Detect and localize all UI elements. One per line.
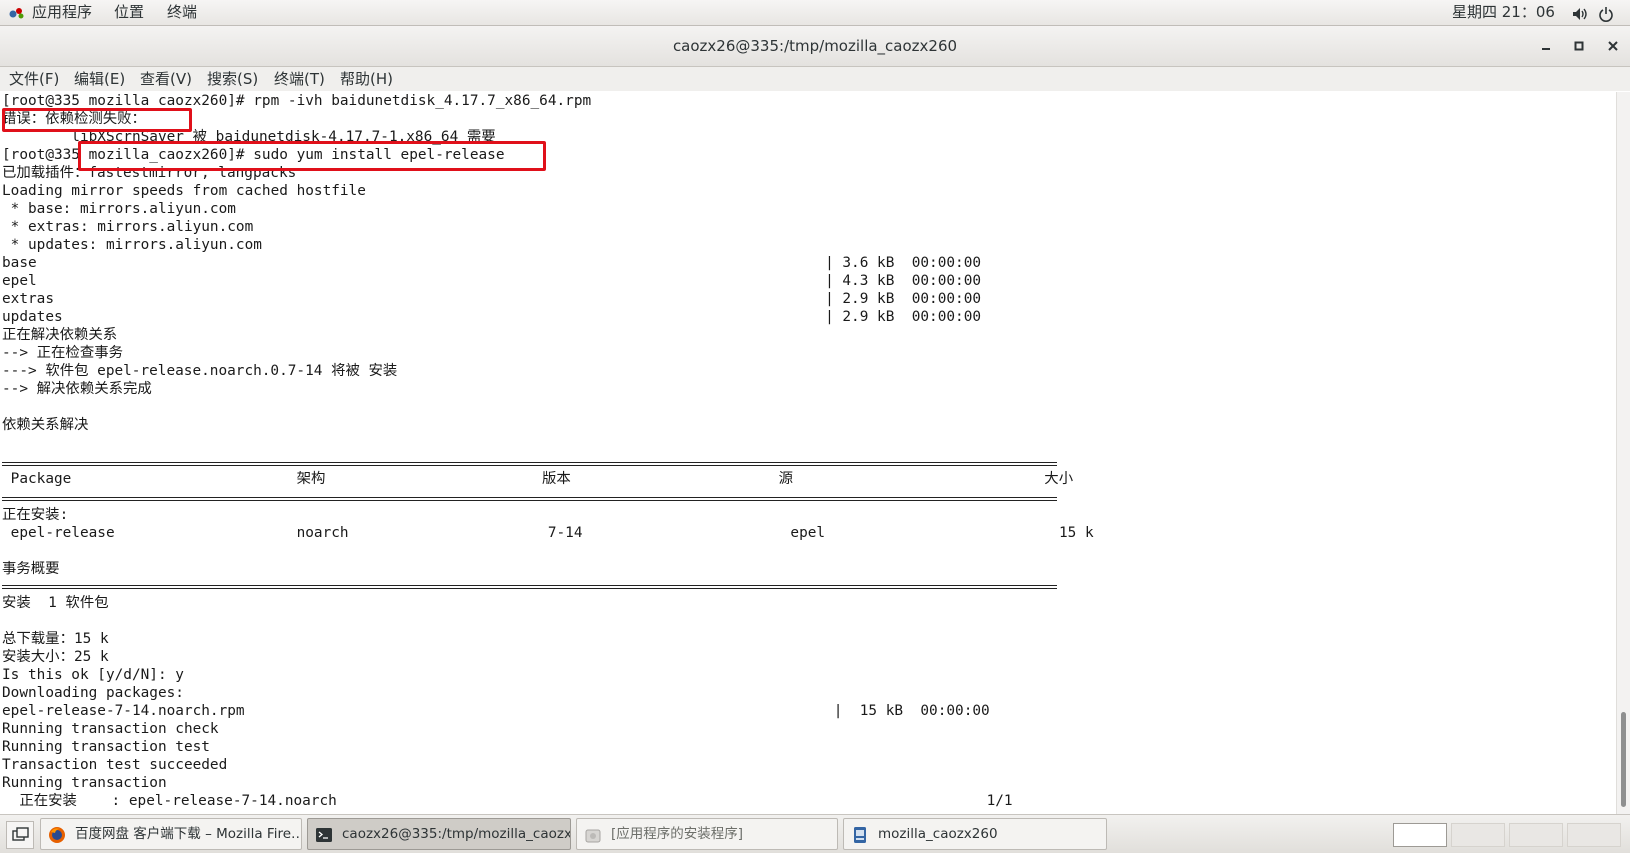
- places-menu[interactable]: 位置: [114, 0, 144, 25]
- terminal-line: --> 正在检查事务: [2, 345, 123, 361]
- terminal-line: extras | 2.9 kB 00:00:00: [2, 291, 982, 307]
- terminal-output[interactable]: [root@335 mozilla_caozx260]# rpm -ivh ba…: [0, 92, 1616, 814]
- terminal-line: Running transaction test: [2, 739, 210, 755]
- menu-edit[interactable]: 编辑(E): [74, 67, 125, 91]
- task-label: [应用程序的安装程序]: [611, 826, 744, 842]
- terminal-line: 正在安装:: [2, 507, 69, 523]
- terminal-line: epel | 4.3 kB 00:00:00: [2, 273, 982, 289]
- terminal-line: Transaction test succeeded: [2, 757, 228, 773]
- terminal-line: Is this ok [y/d/N]: y: [2, 667, 184, 683]
- terminal-line: * base: mirrors.aliyun.com: [2, 201, 236, 217]
- clock[interactable]: 星期四 21：06: [1452, 0, 1555, 25]
- terminal-line: * updates: mirrors.aliyun.com: [2, 237, 262, 253]
- error-highlight-box: [2, 108, 192, 132]
- terminal-icon: [315, 825, 333, 843]
- workspace-4[interactable]: [1567, 823, 1621, 847]
- minimize-icon[interactable]: [1537, 37, 1555, 55]
- top-panel: 应用程序 位置 终端 星期四 21：06: [0, 0, 1630, 26]
- task-label: 百度网盘 客户端下载 – Mozilla Fire…: [75, 826, 302, 842]
- maximize-icon[interactable]: [1570, 37, 1588, 55]
- software-installer-icon: [584, 825, 602, 843]
- close-icon[interactable]: [1604, 37, 1622, 55]
- terminal-app-menu[interactable]: 终端: [167, 0, 197, 25]
- task-terminal[interactable]: caozx26@335:/tmp/mozilla_caozx2…: [307, 818, 571, 850]
- workspace-2[interactable]: [1451, 823, 1505, 847]
- file-manager-icon: [851, 825, 869, 843]
- applications-menu[interactable]: 应用程序: [32, 0, 92, 25]
- terminal-line: 安装 1 软件包: [2, 595, 109, 611]
- menu-search[interactable]: 搜索(S): [207, 67, 258, 91]
- menu-view[interactable]: 查看(V): [140, 67, 192, 91]
- show-desktop-icon[interactable]: [6, 821, 34, 849]
- terminal-line: 依赖关系解决: [2, 417, 89, 433]
- firefox-icon: [48, 825, 66, 843]
- terminal-line: epel-release-7-14.noarch.rpm | 15 kB 00:…: [2, 703, 990, 719]
- terminal-line: Downloading packages:: [2, 685, 184, 701]
- terminal-line: 安装大小：25 k: [2, 649, 109, 665]
- terminal-line: 正在安装 : epel-release-7-14.noarch 1/1: [2, 793, 1013, 809]
- menu-help[interactable]: 帮助(H): [340, 67, 393, 91]
- command-highlight-box: [78, 141, 546, 171]
- gnome-foot-icon[interactable]: [8, 0, 26, 25]
- terminal-line: epel-release noarch 7-14 epel 15 k: [2, 525, 1094, 541]
- terminal-line: --> 解决依赖关系完成: [2, 381, 152, 397]
- terminal-line: Running transaction: [2, 775, 167, 791]
- window-title: caozx26@335:/tmp/mozilla_caozx260: [672, 37, 958, 55]
- workspace-1[interactable]: [1393, 823, 1447, 847]
- task-label: mozilla_caozx260: [878, 826, 998, 842]
- task-file-manager[interactable]: mozilla_caozx260: [843, 818, 1107, 850]
- terminal-line: Package 架构 版本 源 大小: [2, 471, 1074, 487]
- task-label: caozx26@335:/tmp/mozilla_caozx2…: [342, 826, 571, 842]
- terminal-line: updates | 2.9 kB 00:00:00: [2, 309, 982, 325]
- taskbar: 百度网盘 客户端下载 – Mozilla Fire… caozx26@335:/…: [0, 814, 1630, 853]
- scrollbar-thumb[interactable]: [1621, 712, 1626, 807]
- task-firefox[interactable]: 百度网盘 客户端下载 – Mozilla Fire…: [40, 818, 302, 850]
- workspace-3[interactable]: [1509, 823, 1563, 847]
- task-software-installer[interactable]: [应用程序的安装程序]: [576, 818, 838, 850]
- table-separator: [2, 585, 1057, 589]
- table-separator: [2, 462, 1057, 466]
- table-separator: [2, 497, 1057, 501]
- window-title-bar[interactable]: caozx26@335:/tmp/mozilla_caozx260: [0, 26, 1630, 67]
- terminal-line: Running transaction check: [2, 721, 219, 737]
- menu-bar: 文件(F) 编辑(E) 查看(V) 搜索(S) 终端(T) 帮助(H): [0, 67, 1630, 91]
- terminal-line: base | 3.6 kB 00:00:00: [2, 255, 982, 271]
- terminal-line: 正在解决依赖关系: [2, 327, 118, 343]
- menu-file[interactable]: 文件(F): [9, 67, 59, 91]
- menu-terminal[interactable]: 终端(T): [274, 67, 325, 91]
- terminal-line: ---> 软件包 epel-release.noarch.0.7-14 将被 安…: [2, 363, 398, 379]
- terminal-line: 总下载量：15 k: [2, 631, 109, 647]
- terminal-line: * extras: mirrors.aliyun.com: [2, 219, 254, 235]
- terminal-scrollbar[interactable]: [1616, 92, 1630, 814]
- terminal-line: 事务概要: [2, 561, 60, 577]
- terminal-line: Loading mirror speeds from cached hostfi…: [2, 183, 366, 199]
